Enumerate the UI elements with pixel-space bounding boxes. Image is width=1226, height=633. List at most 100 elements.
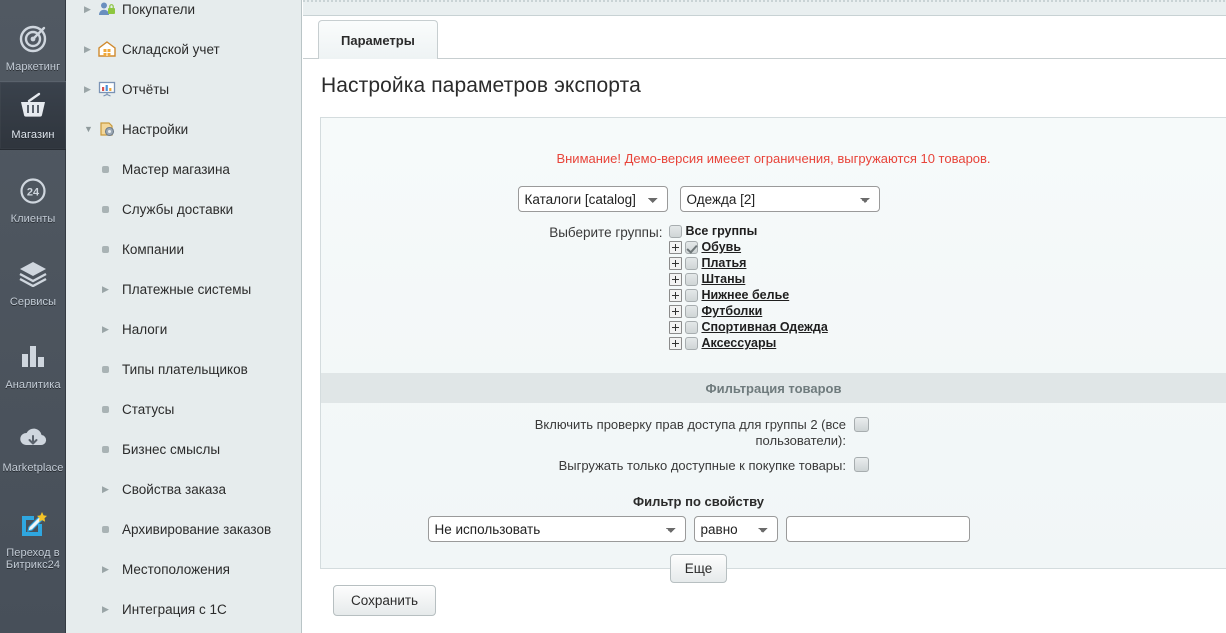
menu-item-order-archiving[interactable]: Архивирование заказов [66,509,301,549]
tree-row[interactable]: Спортивная Одежда [669,319,827,335]
tab-parameters[interactable]: Параметры [318,20,438,59]
expand-plus-icon[interactable] [669,257,682,270]
checkbox-group[interactable] [685,241,698,254]
edit-star-icon [2,510,64,544]
expand-plus-icon[interactable] [669,305,682,318]
layers-icon [2,259,64,293]
sidebar-item-marketplace[interactable]: Marketplace [0,415,66,482]
chevron-right-icon: ▶ [102,565,116,574]
expand-plus-icon[interactable] [669,321,682,334]
menu-item-order-properties[interactable]: ▶ Свойства заказа [66,469,301,509]
tree-row[interactable]: Все группы [669,223,827,239]
expand-plus-icon[interactable] [669,273,682,286]
tab-label: Параметры [341,33,415,48]
menu-item-companies[interactable]: Компании [66,229,301,269]
expand-plus-icon[interactable] [669,289,682,302]
checkbox-group[interactable] [685,257,698,270]
menu-item-statuses[interactable]: Статусы [66,389,301,429]
menu-item-print-forms[interactable]: Печатные формы [66,629,301,633]
bullet-icon [102,206,109,213]
chevron-right-icon: ▶ [102,285,116,294]
bullet-icon [102,446,109,453]
menu-item-settings[interactable]: ▼ Настройки [66,109,301,149]
sidebar-item-label: Сервисы [2,296,64,308]
menu-item-label: Настройки [122,122,188,137]
checkbox-only-available[interactable] [854,457,869,472]
tree-item-label[interactable]: Аксессуары [701,336,776,350]
tree-item-label[interactable]: Нижнее белье [701,288,789,302]
menu-item-label: Мастер магазина [122,162,230,177]
tree-item-label[interactable]: Обувь [701,240,741,254]
sidebar-item-services[interactable]: Сервисы [0,249,66,316]
tree-item-label[interactable]: Платья [701,256,746,270]
menu-item-label: Платежные системы [122,282,251,297]
chevron-right-icon: ▶ [102,485,116,494]
sidebar-item-marketing[interactable]: Маркетинг [0,14,66,81]
menu-item-warehouse[interactable]: ▶ Складской учет [66,29,301,69]
menu-item-label: Бизнес смыслы [122,442,220,457]
expand-plus-icon[interactable] [669,241,682,254]
menu-item-label: Отчёты [122,82,169,97]
bullet-icon [102,246,109,253]
groups-label: Выберите группы: [549,223,662,351]
save-button[interactable]: Сохранить [333,585,436,616]
checkbox-group[interactable] [685,273,698,286]
menu-item-label: Свойства заказа [122,482,226,497]
sidebar-item-analytics[interactable]: Аналитика [0,332,66,399]
menu-item-delivery-services[interactable]: Службы доставки [66,189,301,229]
property-select[interactable]: Не использовать [428,516,686,542]
checkbox-all-groups[interactable] [669,225,682,238]
checkbox-group[interactable] [685,321,698,334]
section-header-label: Фильтрация товаров [706,381,842,396]
tree-row[interactable]: Нижнее белье [669,287,827,303]
demo-warning-text: Внимание! Демо-версия имееет ограничения… [321,118,1226,166]
tree-item-label[interactable]: Футболки [701,304,762,318]
app-window: Маркетинг Магазин 24 Клиенты Сервисы Ана… [0,0,1226,633]
section-select[interactable]: Одежда [2] [680,186,880,212]
sidebar-item-shop[interactable]: Магазин [0,81,66,150]
property-value-input[interactable] [786,516,970,542]
chevron-right-icon: ▶ [84,85,98,94]
bullet-icon [102,166,109,173]
menu-item-1c-integration[interactable]: ▶ Интеграция с 1С [66,589,301,629]
menu-item-reports[interactable]: ▶ Отчёты [66,69,301,109]
menu-item-label: Архивирование заказов [122,522,271,537]
sidebar-item-clients[interactable]: 24 Клиенты [0,166,66,233]
menu-item-shop-wizard[interactable]: Мастер магазина [66,149,301,189]
bullet-icon [102,526,109,533]
menu-item-locations[interactable]: ▶ Местоположения [66,549,301,589]
checkbox-group[interactable] [685,289,698,302]
sidebar-item-label: Переход в Битрикс24 [2,547,64,571]
tree-row[interactable]: Платья [669,255,827,271]
tree-item-label[interactable]: Спортивная Одежда [701,320,827,334]
checkbox-group[interactable] [685,337,698,350]
menu-item-payment-systems[interactable]: ▶ Платежные системы [66,269,301,309]
operator-select[interactable]: равно [694,516,778,542]
tree-row[interactable]: Футболки [669,303,827,319]
chevron-right-icon: ▶ [102,325,116,334]
page-title: Настройка параметров экспорта [321,74,641,98]
tree-item-label[interactable]: Штаны [701,272,745,286]
tree-row[interactable]: Штаны [669,271,827,287]
checkbox-access-rights[interactable] [854,417,869,432]
more-button[interactable]: Еще [670,554,727,583]
menu-item-taxes[interactable]: ▶ Налоги [66,309,301,349]
tree-row[interactable]: Обувь [669,239,827,255]
settings-gear-icon [98,120,122,138]
menu-item-buyers[interactable]: ▶ Покупатели [66,0,301,29]
menu-item-business-meanings[interactable]: Бизнес смыслы [66,429,301,469]
menu-item-label: Статусы [122,402,174,417]
catalog-selectors-row: Каталоги [catalog] Одежда [2] [321,186,1226,212]
menu-item-payer-types[interactable]: Типы плательщиков [66,349,301,389]
catalog-select[interactable]: Каталоги [catalog] [518,186,668,212]
expand-plus-icon[interactable] [669,337,682,350]
menu-item-label: Типы плательщиков [122,362,248,377]
checkbox-group[interactable] [685,305,698,318]
clients-24-icon: 24 [2,176,64,210]
bullet-icon [102,366,109,373]
svg-text:24: 24 [27,187,40,199]
tree-row[interactable]: Аксессуары [669,335,827,351]
sidebar-item-label: Marketplace [2,462,64,474]
property-filter-title: Фильтр по свойству [321,494,1226,509]
sidebar-item-bitrix24[interactable]: Переход в Битрикс24 [0,500,66,579]
